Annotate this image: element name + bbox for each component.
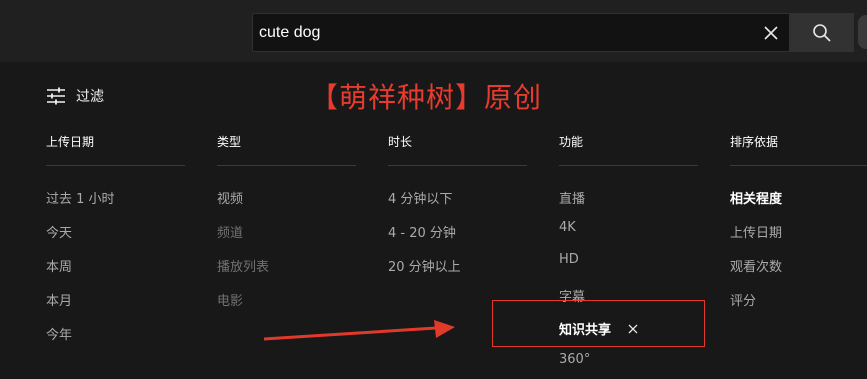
column-header-features: 功能 (559, 135, 584, 149)
search-results-page: 过滤 【萌祥种树】原创 上传日期 过去 1 小时 今天 本周 本月 今年 类型 … (0, 0, 867, 379)
divider (46, 165, 185, 166)
filter-option-4-to-20-min[interactable]: 4 - 20 分钟 (388, 222, 456, 241)
filter-option-channel: 频道 (217, 226, 244, 241)
filter-option-4k[interactable]: 4K (559, 220, 576, 235)
close-icon (764, 26, 778, 40)
divider (388, 165, 527, 166)
divider (730, 165, 867, 166)
sort-option-rating[interactable]: 评分 (730, 290, 756, 309)
watermark-text: 【萌祥种树】原创 (310, 81, 543, 114)
filter-option-today[interactable]: 今天 (46, 222, 72, 241)
search-box[interactable] (252, 13, 790, 52)
filter-option-this-year[interactable]: 今年 (46, 324, 72, 343)
annotation-arrow-icon (263, 320, 455, 341)
column-sort-by: 排序依据 (730, 132, 778, 152)
divider (217, 165, 356, 166)
filter-option-live[interactable]: 直播 (559, 188, 585, 207)
filter-option-hd[interactable]: HD (559, 252, 579, 267)
filter-option-this-week[interactable]: 本周 (46, 256, 72, 275)
column-duration: 时长 (388, 132, 412, 152)
filter-option-this-month[interactable]: 本月 (46, 290, 72, 309)
sort-option-relevance[interactable]: 相关程度 (730, 188, 782, 207)
column-upload-date: 上传日期 (46, 132, 94, 152)
filter-option-over-20-min[interactable]: 20 分钟以上 (388, 256, 461, 275)
column-header-upload-date: 上传日期 (46, 135, 95, 149)
search-input[interactable] (259, 22, 739, 44)
annotation-highlight-box (492, 300, 705, 347)
filter-toggle-button[interactable]: 过滤 (46, 84, 104, 108)
clear-search-button[interactable] (755, 17, 787, 49)
filter-option-360[interactable]: 360° (559, 352, 590, 367)
divider (559, 165, 698, 166)
sort-option-view-count[interactable]: 观看次数 (730, 256, 782, 275)
column-header-type: 类型 (217, 135, 242, 149)
search-icon (813, 23, 831, 42)
filter-option-last-hour[interactable]: 过去 1 小时 (46, 188, 115, 207)
filter-option-playlist: 播放列表 (217, 260, 270, 275)
search-button[interactable] (790, 13, 854, 52)
side-button-edge[interactable] (858, 15, 867, 49)
column-header-duration: 时长 (388, 135, 413, 149)
column-type: 类型 (217, 132, 241, 152)
filter-option-under-4-min[interactable]: 4 分钟以下 (388, 188, 452, 207)
filter-option-video[interactable]: 视频 (217, 188, 243, 207)
filter-option-movie: 电影 (217, 294, 244, 309)
sliders-icon (47, 87, 65, 105)
column-header-sort-by: 排序依据 (730, 135, 779, 149)
sort-option-upload-date[interactable]: 上传日期 (730, 222, 782, 241)
column-features: 功能 (559, 132, 583, 152)
filter-label: 过滤 (76, 89, 104, 105)
